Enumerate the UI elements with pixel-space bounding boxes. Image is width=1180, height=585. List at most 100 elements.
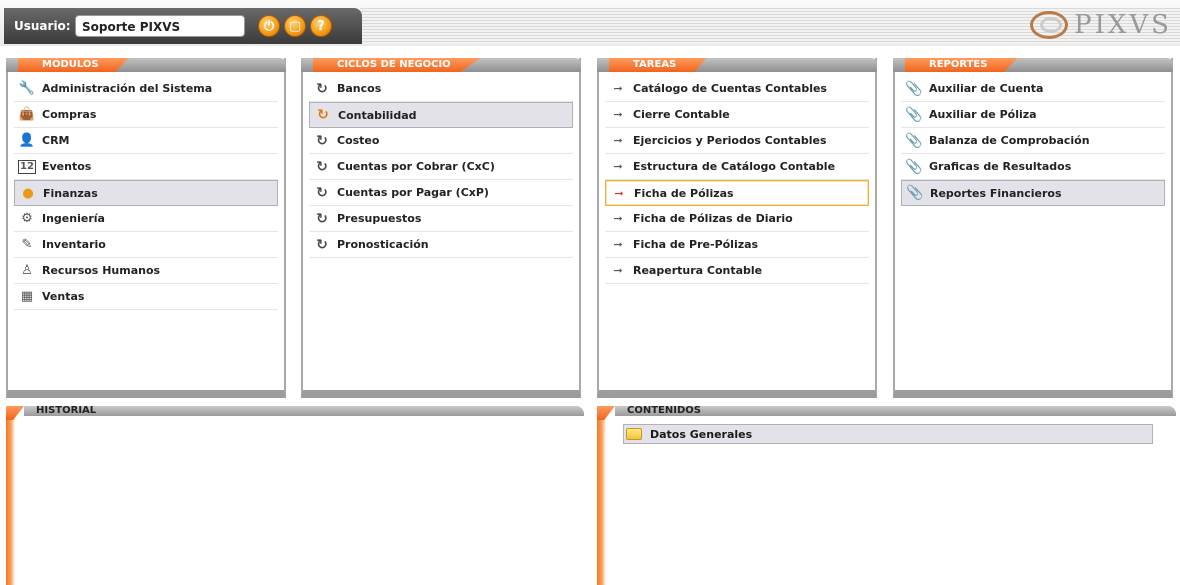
panel-ciclos: CICLOS DE NEGOCIO ↻ Bancos ↻ Contabilidad …: [301, 58, 581, 398]
report-item-balanza[interactable]: 📎 Balanza de Comprobación: [901, 128, 1165, 154]
contenidos-header: CONTENIDOS: [597, 405, 1176, 416]
task-label: Ficha de Pólizas: [634, 186, 734, 200]
cycle-item-pronosticacion[interactable]: ↻ Pronosticación: [309, 232, 573, 258]
folder-icon: [626, 428, 642, 440]
logo: PIXVS: [1026, 8, 1172, 42]
logo-mark-icon: [1026, 9, 1074, 41]
module-item-inventario[interactable]: ✎ Inventario: [14, 232, 278, 258]
cycle-label: Contabilidad: [338, 108, 417, 122]
gears-icon: ⚙: [21, 211, 33, 226]
user-label: Usuario:: [14, 19, 71, 33]
panel-title: MÓDULOS: [18, 58, 129, 72]
task-item-polizas-diario[interactable]: ➞ Ficha de Pólizas de Diario: [605, 206, 869, 232]
cycle-item-contabilidad[interactable]: ↻ Contabilidad: [309, 102, 573, 128]
cycle-icon: ↻: [316, 80, 328, 97]
task-item-cierre[interactable]: ➞ Cierre Contable: [605, 102, 869, 128]
module-item-eventos[interactable]: 12 Eventos: [14, 154, 278, 180]
cycle-item-cxp[interactable]: ↻ Cuentas por Pagar (CxP): [309, 180, 573, 206]
panel-header: REPORTES: [893, 58, 1173, 72]
module-item-ingenieria[interactable]: ⚙ Ingeniería: [14, 206, 278, 232]
cycle-label: Costeo: [337, 134, 380, 147]
panel-header: CICLOS DE NEGOCIO: [301, 58, 581, 72]
paperclip-icon: 📎: [905, 132, 923, 149]
task-label: Cierre Contable: [633, 108, 730, 121]
top-bar: Usuario: Soporte PIXVS ⏻ ▢ ? PIXVS: [0, 0, 1180, 46]
paperclip-icon: 📎: [906, 185, 924, 201]
module-label: Compras: [42, 108, 97, 121]
module-label: Administración del Sistema: [42, 82, 213, 95]
historial-edge: [6, 406, 24, 585]
report-item-graficas[interactable]: 📎 Graficas de Resultados: [901, 154, 1165, 180]
user-box: Usuario: Soporte PIXVS ⏻ ▢ ?: [4, 8, 362, 44]
cycle-icon: ↻: [316, 210, 328, 227]
panel-title: CICLOS DE NEGOCIO: [313, 58, 481, 72]
report-label: Balanza de Comprobación: [929, 134, 1090, 147]
module-label: Ingeniería: [42, 212, 105, 225]
module-label: Finanzas: [43, 186, 98, 200]
module-label: Ventas: [42, 290, 85, 303]
content-label: Datos Generales: [650, 427, 753, 441]
module-item-ventas[interactable]: ▦ Ventas: [14, 284, 278, 310]
cycle-item-presupuestos[interactable]: ↻ Presupuestos: [309, 206, 573, 232]
task-arrow-icon: ➞: [613, 212, 623, 225]
module-item-finanzas[interactable]: ● Finanzas: [14, 180, 278, 206]
module-item-recursos-humanos[interactable]: ♙ Recursos Humanos: [14, 258, 278, 284]
user-field[interactable]: Soporte PIXVS: [75, 15, 245, 37]
cycle-label: Cuentas por Cobrar (CxC): [337, 160, 495, 173]
module-item-crm[interactable]: 👤 CRM: [14, 128, 278, 154]
panel-header: TAREAS: [597, 58, 877, 72]
bag-icon: 👜: [18, 107, 36, 122]
task-arrow-icon: ➞: [613, 108, 623, 121]
task-item-ficha-polizas[interactable]: ➞ Ficha de Pólizas: [605, 180, 869, 206]
report-label: Auxiliar de Cuenta: [929, 82, 1044, 95]
ciclos-list: ↻ Bancos ↻ Contabilidad ↻ Costeo ↻ Cuentas p…: [303, 72, 579, 258]
cycle-label: Pronosticación: [337, 238, 429, 251]
help-button[interactable]: ?: [310, 15, 332, 37]
task-label: Catálogo de Cuentas Contables: [633, 82, 827, 95]
panel-title: REPORTES: [905, 58, 1018, 72]
task-item-reapertura[interactable]: ➞ Reapertura Contable: [605, 258, 869, 284]
task-item-ejercicios[interactable]: ➞ Ejercicios y Periodos Contables: [605, 128, 869, 154]
task-arrow-icon: ➞: [613, 264, 623, 277]
cycle-label: Cuentas por Pagar (CxP): [337, 186, 489, 199]
panel-header: MÓDULOS: [6, 58, 286, 72]
cycle-icon: ↻: [317, 107, 329, 123]
paperclip-icon: 📎: [905, 80, 923, 97]
cycle-item-bancos[interactable]: ↻ Bancos: [309, 76, 573, 102]
module-item-administracion[interactable]: 🔧 Administración del Sistema: [14, 76, 278, 102]
worker-icon: ♙: [21, 263, 33, 278]
module-item-compras[interactable]: 👜 Compras: [14, 102, 278, 128]
calendar-icon: 12: [18, 159, 36, 174]
help-icon: ?: [317, 18, 325, 34]
cycle-item-cxc[interactable]: ↻ Cuentas por Cobrar (CxC): [309, 154, 573, 180]
task-arrow-icon: ➞: [613, 82, 623, 95]
power-button[interactable]: ⏻: [258, 15, 280, 37]
tareas-list: ➞ Catálogo de Cuentas Contables ➞ Cierre C…: [599, 72, 875, 284]
wrench-icon: 🔧: [18, 81, 36, 96]
panel-reportes: REPORTES 📎 Auxiliar de Cuenta 📎 Auxiliar d…: [893, 58, 1173, 398]
module-label: Recursos Humanos: [42, 264, 161, 277]
content-item-datos-generales[interactable]: Datos Generales: [623, 424, 1153, 444]
cycle-item-costeo[interactable]: ↻ Costeo: [309, 128, 573, 154]
person-icon: 👤: [18, 133, 36, 148]
report-item-financieros[interactable]: 📎 Reportes Financieros: [901, 180, 1165, 206]
task-item-catalogo[interactable]: ➞ Catálogo de Cuentas Contables: [605, 76, 869, 102]
module-label: Inventario: [42, 238, 106, 251]
logo-text: PIXVS: [1074, 10, 1172, 40]
task-item-pre-polizas[interactable]: ➞ Ficha de Pre-Pólizas: [605, 232, 869, 258]
historial-header: HISTORIAL: [6, 405, 584, 416]
cycle-label: Presupuestos: [337, 212, 422, 225]
contenidos-edge: [597, 406, 615, 585]
module-label: CRM: [42, 134, 70, 147]
contenidos-title: CONTENIDOS: [627, 405, 701, 416]
panel-historial: HISTORIAL: [6, 405, 584, 585]
paperclip-icon: 📎: [905, 158, 923, 175]
report-item-auxiliar-cuenta[interactable]: 📎 Auxiliar de Cuenta: [901, 76, 1165, 102]
reportes-list: 📎 Auxiliar de Cuenta 📎 Auxiliar de Póliza …: [895, 72, 1171, 206]
task-label: Reapertura Contable: [633, 264, 763, 277]
stop-button[interactable]: ▢: [284, 15, 306, 37]
report-item-auxiliar-poliza[interactable]: 📎 Auxiliar de Póliza: [901, 102, 1165, 128]
cycle-icon: ↻: [316, 158, 328, 175]
task-arrow-icon: ➞: [614, 186, 624, 200]
task-item-estructura[interactable]: ➞ Estructura de Catálogo Contable: [605, 154, 869, 180]
